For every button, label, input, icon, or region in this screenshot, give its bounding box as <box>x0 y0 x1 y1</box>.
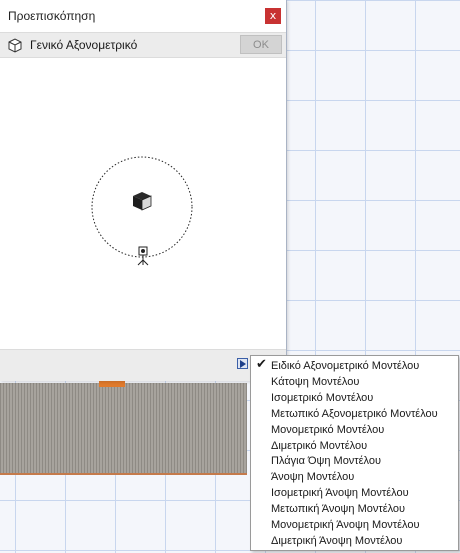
menu-item-label: Μετωπικό Αξονομετρικό Μοντέλου <box>271 407 438 420</box>
menu-item[interactable]: Μετωπικό Αξονομετρικό Μοντέλου <box>251 406 458 422</box>
view-type-menu: ✔ Ειδικό Αξονομετρικό Μοντέλου Κάτοψη Μοντ… <box>250 355 459 551</box>
menu-item[interactable]: Πλάγια Όψη Μοντέλου <box>251 453 458 469</box>
menu-item[interactable]: Μετωπική Άνοψη Μοντέλου <box>251 501 458 517</box>
menu-item[interactable]: Διμετρικό Μοντέλου <box>251 438 458 454</box>
preview-dialog: Προεπισκόπηση x Γενικό Αξονομετρικό OK <box>0 0 287 381</box>
menu-item-label: Κάτοψη Μοντέλου <box>271 375 360 388</box>
dialog-title: Προεπισκόπηση <box>8 9 96 23</box>
view-menu-button[interactable] <box>237 358 248 369</box>
menu-item-label: Μονομετρική Άνοψη Μοντέλου <box>271 519 420 531</box>
menu-item[interactable]: ✔ Ειδικό Αξονομετρικό Μοντέλου <box>251 357 458 374</box>
view-name-label: Γενικό Αξονομετρικό <box>30 38 138 52</box>
dialog-titlebar[interactable]: Προεπισκόπηση x <box>0 0 286 33</box>
menu-item[interactable]: Διμετρική Άνοψη Μοντέλου <box>251 533 458 549</box>
menu-item-label: Ισομετρικό Μοντέλου <box>271 391 374 404</box>
isometric-box-icon <box>7 37 23 53</box>
triangle-right-icon <box>240 360 246 368</box>
menu-item[interactable]: Μονομετρική Άνοψη Μοντέλου <box>251 517 458 533</box>
menu-item[interactable]: Ισομετρική Άνοψη Μοντέλου <box>251 485 458 501</box>
close-button[interactable]: x <box>265 8 281 24</box>
menu-item[interactable]: Άνοψη Μοντέλου <box>251 469 458 485</box>
checkmark-icon: ✔ <box>256 357 267 372</box>
ok-button[interactable]: OK <box>240 35 282 54</box>
menu-item-label: Ισομετρική Άνοψη Μοντέλου <box>271 487 409 500</box>
menu-item[interactable]: Μονομετρικό Μοντέλου <box>251 422 458 438</box>
menu-item-label: Άνοψη Μοντέλου <box>271 471 355 484</box>
menu-item-label: Πλάγια Όψη Μοντέλου <box>271 455 382 468</box>
view-toolbar: Γενικό Αξονομετρικό OK <box>0 33 286 58</box>
cube-icon[interactable] <box>131 190 153 212</box>
camera-icon[interactable] <box>135 246 151 266</box>
menu-item-label: Διμετρική Άνοψη Μοντέλου <box>271 534 403 547</box>
menu-item[interactable]: Κάτοψη Μοντέλου <box>251 374 458 390</box>
menu-item-label: Διμετρικό Μοντέλου <box>271 439 368 452</box>
menu-item-label: Ειδικό Αξονομετρικό Μοντέλου <box>271 360 420 372</box>
menu-item-label: Μονομετρικό Μοντέλου <box>271 423 385 436</box>
menu-item-label: Μετωπική Άνοψη Μοντέλου <box>271 503 406 516</box>
menu-item[interactable]: Ισομετρικό Μοντέλου <box>251 390 458 406</box>
model-canvas-band <box>0 383 247 475</box>
